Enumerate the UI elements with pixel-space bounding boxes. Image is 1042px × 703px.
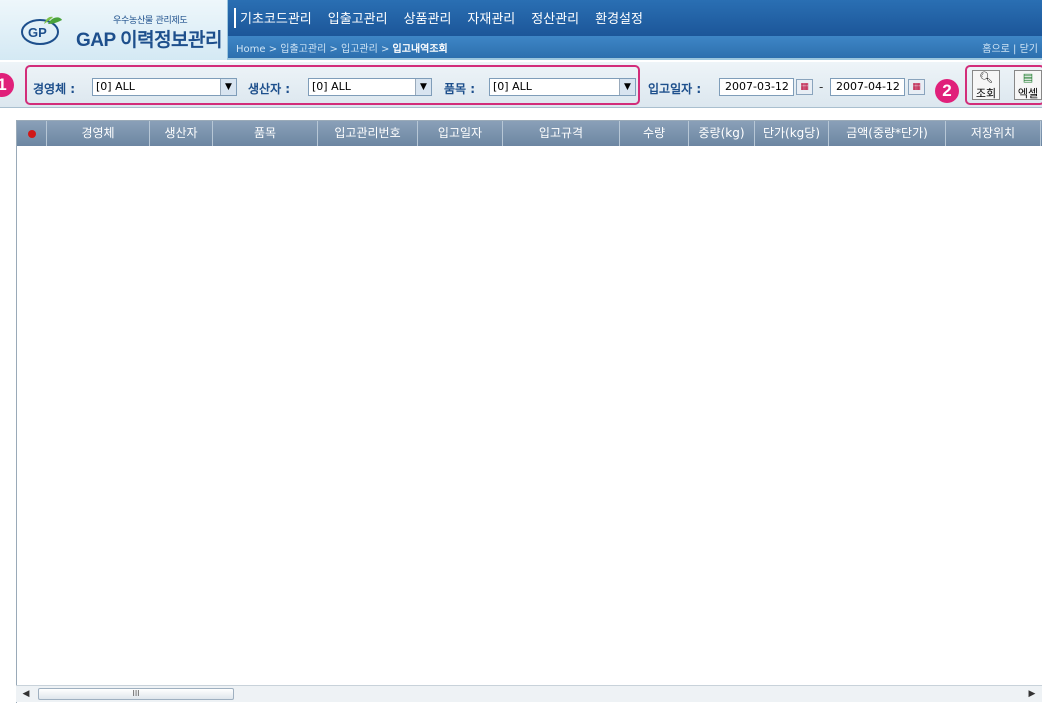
grid-header: 경영체 생산자 품목 입고관리번호 입고일자 입고규격 수량 중량(kg) 단가(kg당) 금액(… [17, 121, 1042, 146]
producer-label: 생산자 : [248, 82, 291, 96]
search-button[interactable]: 🔍︎ 조회 [972, 70, 1000, 100]
logo-title: GAP 이력정보관리 [76, 30, 223, 51]
top-menu-item[interactable]: 자재관리 [467, 8, 515, 27]
business-select[interactable]: [0] ALL ▼ [92, 78, 237, 96]
grid-column-header[interactable]: 경영체 [47, 121, 150, 146]
app-header: GP 우수농산물 관리제도 GAP 이력정보관리 기초코드관리 입출고관리 상품관리… [0, 0, 1042, 60]
grid-column-header[interactable]: 입고관리번호 [318, 121, 418, 146]
dropdown-arrow-icon[interactable]: ▼ [619, 79, 635, 95]
page: GP 우수농산물 관리제도 GAP 이력정보관리 기초코드관리 입출고관리 상품관리… [0, 0, 1042, 703]
top-menu-item[interactable]: 상품관리 [404, 8, 452, 27]
business-label: 경영체 : [33, 82, 76, 96]
scroll-right-icon[interactable]: ▶ [1024, 687, 1040, 701]
top-menu-item[interactable]: 입출고관리 [328, 8, 388, 27]
grid-column-header[interactable]: 금액(중량*단가) [829, 121, 946, 146]
magnifier-icon: 🔍︎ [979, 71, 993, 84]
status-dot-icon [27, 129, 36, 138]
gap-logo-icon: GP [21, 16, 62, 45]
producer-select-value: [0] ALL [312, 80, 351, 93]
calendar-icon[interactable]: ▦ [796, 79, 813, 95]
horizontal-scrollbar[interactable]: ◀ III ▶ [16, 685, 1042, 702]
scroll-left-icon[interactable]: ◀ [18, 687, 34, 701]
grid-column-header[interactable]: 생산자 [150, 121, 213, 146]
nav-divider [234, 8, 236, 28]
top-menu: 기초코드관리 입출고관리 상품관리 자재관리 정산관리 환경설정 [240, 8, 643, 27]
grid-column-header[interactable]: 단가(kg당) [755, 121, 829, 146]
excel-button[interactable]: ▤ 엑셀 [1014, 70, 1042, 100]
breadcrumb-bar: Home > 입출고관리 > 입고관리 > 입고내역조회 홈으로 | 닫기 [228, 36, 1042, 58]
top-menu-item[interactable]: 기초코드관리 [240, 8, 312, 27]
excel-icon: ▤ [1022, 71, 1034, 84]
grid-column-header[interactable]: 품목 [213, 121, 318, 146]
top-menu-item[interactable]: 정산관리 [531, 8, 579, 27]
svg-text:GP: GP [28, 25, 47, 40]
item-select-value: [0] ALL [493, 80, 532, 93]
grid-status-column [17, 121, 47, 146]
date-to-input[interactable]: 2007-04-12 [830, 78, 905, 96]
scroll-thumb[interactable]: III [38, 688, 234, 700]
grid-column-header[interactable]: 저장위치 [946, 121, 1041, 146]
producer-select[interactable]: [0] ALL ▼ [308, 78, 432, 96]
breadcrumb-path: Home > 입출고관리 > 입고관리 > [236, 44, 393, 55]
search-button-label: 조회 [975, 87, 997, 100]
breadcrumb-current: 입고내역조회 [392, 44, 448, 55]
item-label: 품목 : [444, 82, 476, 96]
grid-column-header[interactable]: 중량(kg) [689, 121, 755, 146]
business-select-value: [0] ALL [96, 80, 135, 93]
dropdown-arrow-icon[interactable]: ▼ [415, 79, 431, 95]
grid-column-header[interactable]: 입고일자 [418, 121, 503, 146]
date-separator: - [819, 80, 824, 94]
top-menu-item[interactable]: 환경설정 [595, 8, 643, 27]
calendar-icon[interactable]: ▦ [908, 79, 925, 95]
item-select[interactable]: [0] ALL ▼ [489, 78, 636, 96]
date-label: 입고일자 : [648, 82, 702, 96]
home-close-links[interactable]: 홈으로 | 닫기 [982, 40, 1038, 55]
top-navigation: 기초코드관리 입출고관리 상품관리 자재관리 정산관리 환경설정 [228, 0, 1042, 36]
callout-2-badge: 2 [935, 79, 959, 103]
grid-column-header[interactable]: 수량 [620, 121, 689, 146]
date-from-input[interactable]: 2007-03-12 [719, 78, 794, 96]
grid-body[interactable] [17, 146, 1042, 686]
breadcrumb: Home > 입출고관리 > 입고관리 > 입고내역조회 [236, 40, 448, 55]
grid-column-header[interactable]: 입고규격 [503, 121, 620, 146]
inbound-grid: 경영체 생산자 품목 입고관리번호 입고일자 입고규격 수량 중량(kg) 단가(kg당) 금액(… [16, 120, 1042, 703]
dropdown-arrow-icon[interactable]: ▼ [220, 79, 236, 95]
excel-button-label: 엑셀 [1017, 87, 1039, 100]
logo: GP 우수농산물 관리제도 GAP 이력정보관리 [0, 0, 228, 60]
